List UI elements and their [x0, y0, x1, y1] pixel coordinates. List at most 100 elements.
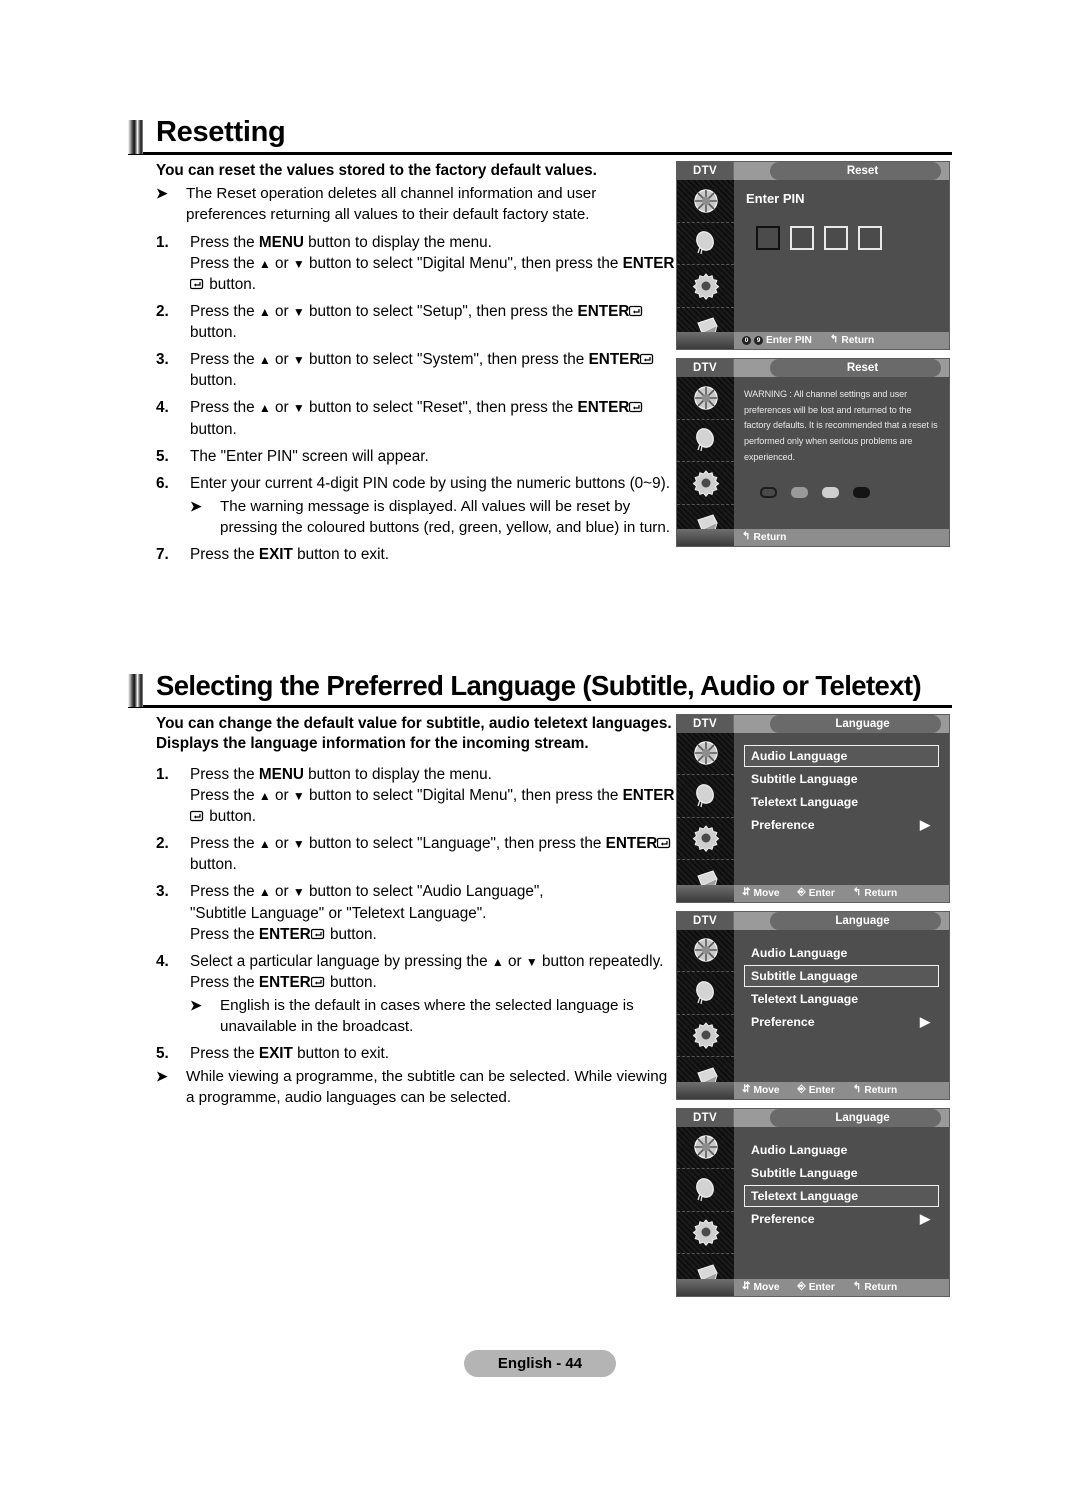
- hint-move-label: Move: [753, 1084, 780, 1096]
- tv-menu-title: Reset: [770, 162, 941, 180]
- tv-menu-title: Language: [770, 714, 941, 733]
- colour-button-red[interactable]: [760, 487, 777, 499]
- menu-item-teletext-language[interactable]: Teletext Language: [744, 988, 939, 1010]
- hint-enter-label: Enter: [808, 1084, 835, 1096]
- menu-item-preference[interactable]: Preference ▶: [744, 814, 939, 836]
- tv-main: Enter PIN: [677, 180, 949, 349]
- tv-source-label: DTV: [677, 714, 734, 733]
- step-1-number: 1.: [156, 233, 169, 251]
- tv-main: Audio Language Subtitle Language Teletex…: [677, 1126, 949, 1296]
- hint-return-label: Return: [864, 1084, 898, 1096]
- section-preferred-language: Selecting the Preferred Language (Subtit…: [128, 672, 952, 1305]
- return-arrow-icon: ↰: [852, 1280, 862, 1292]
- menu-item-subtitle-language[interactable]: Subtitle Language: [744, 768, 939, 790]
- rail-item-sound[interactable]: [677, 1169, 734, 1212]
- language-closing-note-text: While viewing a programme, the subtitle …: [186, 1068, 668, 1107]
- hint-return[interactable]: ↰ Return: [853, 1084, 898, 1096]
- lang-step-4-note-text: English is the default in cases where th…: [220, 996, 634, 1035]
- rail-item-setup[interactable]: [677, 1015, 734, 1057]
- pin-digit-2[interactable]: [790, 226, 814, 250]
- menu-item-preference[interactable]: Preference ▶: [744, 1011, 939, 1033]
- tv-source-label: DTV: [677, 359, 734, 377]
- step-7: 7. Press the EXIT button to exit.: [156, 544, 676, 565]
- menu-item-teletext-language[interactable]: Teletext Language: [744, 1184, 939, 1207]
- enter-key-icon: ⎆: [797, 1083, 806, 1095]
- tv-bottom-items: ⇵ Move ⎆ Enter ↰ Return: [734, 1082, 949, 1099]
- bullet-arrow-icon: ➤: [190, 996, 202, 1013]
- hint-return[interactable]: ↰ Return: [853, 887, 897, 898]
- pin-digit-1[interactable]: [756, 226, 780, 250]
- menu-item-preference[interactable]: Preference ▶: [744, 1208, 939, 1230]
- heading-rule: [128, 704, 952, 708]
- hint-enter[interactable]: ⎆ Enter: [797, 1083, 835, 1096]
- pin-digit-3[interactable]: [824, 226, 848, 250]
- tv-content: Audio Language Subtitle Language Teletex…: [734, 1126, 949, 1296]
- tv-topbar: DTV Reset: [677, 359, 949, 377]
- hint-return[interactable]: ↰ Return: [742, 532, 786, 543]
- picture-icon: [693, 938, 718, 962]
- lang-step-2-text: Press the ▲ or ▼ button to select "Langu…: [190, 833, 676, 875]
- colour-button-green[interactable]: [791, 487, 808, 499]
- rail-item-sound[interactable]: [677, 223, 734, 265]
- hint-move[interactable]: ⇵ Move: [742, 1083, 780, 1096]
- tv-bottom-items: 09 Enter PIN ↰ Return: [734, 332, 949, 349]
- pin-digit-4[interactable]: [858, 226, 882, 250]
- menu-item-teletext-language[interactable]: Teletext Language: [744, 791, 939, 813]
- page-footer: English - 44: [0, 1350, 1080, 1377]
- menu-item-label: Subtitle Language: [751, 968, 858, 983]
- rail-item-picture[interactable]: [677, 1127, 734, 1169]
- rail-item-setup[interactable]: [677, 1212, 734, 1254]
- tv-bottom-items: ⇵ Move ⎆ Enter ↰ Return: [734, 885, 949, 902]
- colour-button-blue[interactable]: [853, 487, 870, 499]
- hint-return[interactable]: ↰ Return: [830, 335, 874, 346]
- menu-item-subtitle-language[interactable]: Subtitle Language: [744, 1162, 939, 1184]
- tv-bottom-bar: ⇵ Move ⎆ Enter ↰ Return: [677, 884, 949, 902]
- hint-enter-pin[interactable]: 09 Enter PIN: [742, 335, 812, 346]
- hint-move[interactable]: ⇵ Move: [742, 887, 780, 899]
- lang-step-3: 3. Press the ▲ or ▼ button to select "Au…: [156, 881, 676, 944]
- tv-screen-enter-pin: DTV Reset Enter PIN 0 9 Enter PIN ↰ Retu…: [676, 161, 950, 350]
- rail-item-sound[interactable]: [677, 420, 734, 462]
- menu-item-label: Audio Language: [751, 1142, 848, 1157]
- page-number-badge: English - 44: [463, 1350, 617, 1377]
- chevron-right-icon: ▶: [920, 816, 930, 832]
- hint-enter[interactable]: ⎆ Enter: [798, 1281, 835, 1292]
- rail-item-setup[interactable]: [677, 265, 734, 308]
- hint-enter-label: Enter: [808, 887, 835, 899]
- lang-step-5: 5. Press the EXIT button to exit.: [156, 1043, 676, 1064]
- menu-item-audio-language[interactable]: Audio Language: [744, 1139, 939, 1161]
- rail-item-picture[interactable]: [677, 733, 734, 775]
- hint-move[interactable]: ⇵ Move: [742, 1281, 780, 1292]
- hint-move-label: Move: [753, 887, 780, 899]
- menu-item-label: Preference: [751, 817, 815, 832]
- tv-topbar: DTV Language: [677, 1108, 949, 1127]
- rail-item-sound[interactable]: [677, 775, 734, 818]
- enter-key-icon: [629, 401, 644, 413]
- rail-item-setup[interactable]: [677, 818, 734, 860]
- menu-item-subtitle-language[interactable]: Subtitle Language: [744, 964, 939, 987]
- tv-content: Audio Language Subtitle Language Teletex…: [734, 732, 949, 902]
- pin-input-group[interactable]: [756, 226, 941, 250]
- return-arrow-icon: ↰: [829, 334, 839, 346]
- menu-item-audio-language[interactable]: Audio Language: [744, 744, 939, 767]
- hint-return[interactable]: ↰ Return: [852, 1280, 897, 1292]
- rail-item-sound[interactable]: [677, 972, 734, 1015]
- sound-icon: [695, 1177, 714, 1201]
- sound-icon: [695, 231, 714, 255]
- rail-item-picture[interactable]: [677, 377, 734, 420]
- rail-item-picture[interactable]: [677, 180, 734, 223]
- enter-key-icon: ⎆: [797, 886, 806, 898]
- hint-enter[interactable]: ⎆ Enter: [797, 886, 835, 899]
- heading-rule: [128, 152, 952, 155]
- tv-title-wrap: Language: [734, 714, 949, 733]
- tv-icon-rail: [677, 377, 734, 546]
- colour-button-yellow[interactable]: [822, 487, 839, 499]
- tv-icon-rail: [677, 929, 734, 1099]
- menu-item-audio-language[interactable]: Audio Language: [744, 942, 939, 964]
- resetting-intro-note-text: The Reset operation deletes all channel …: [186, 185, 597, 224]
- rail-item-setup[interactable]: [677, 462, 734, 505]
- updown-arrow-icon: ⇵: [742, 1083, 751, 1095]
- gear-icon: [692, 825, 719, 853]
- rail-item-picture[interactable]: [677, 930, 734, 972]
- lang-step-5-number: 5.: [156, 1045, 169, 1063]
